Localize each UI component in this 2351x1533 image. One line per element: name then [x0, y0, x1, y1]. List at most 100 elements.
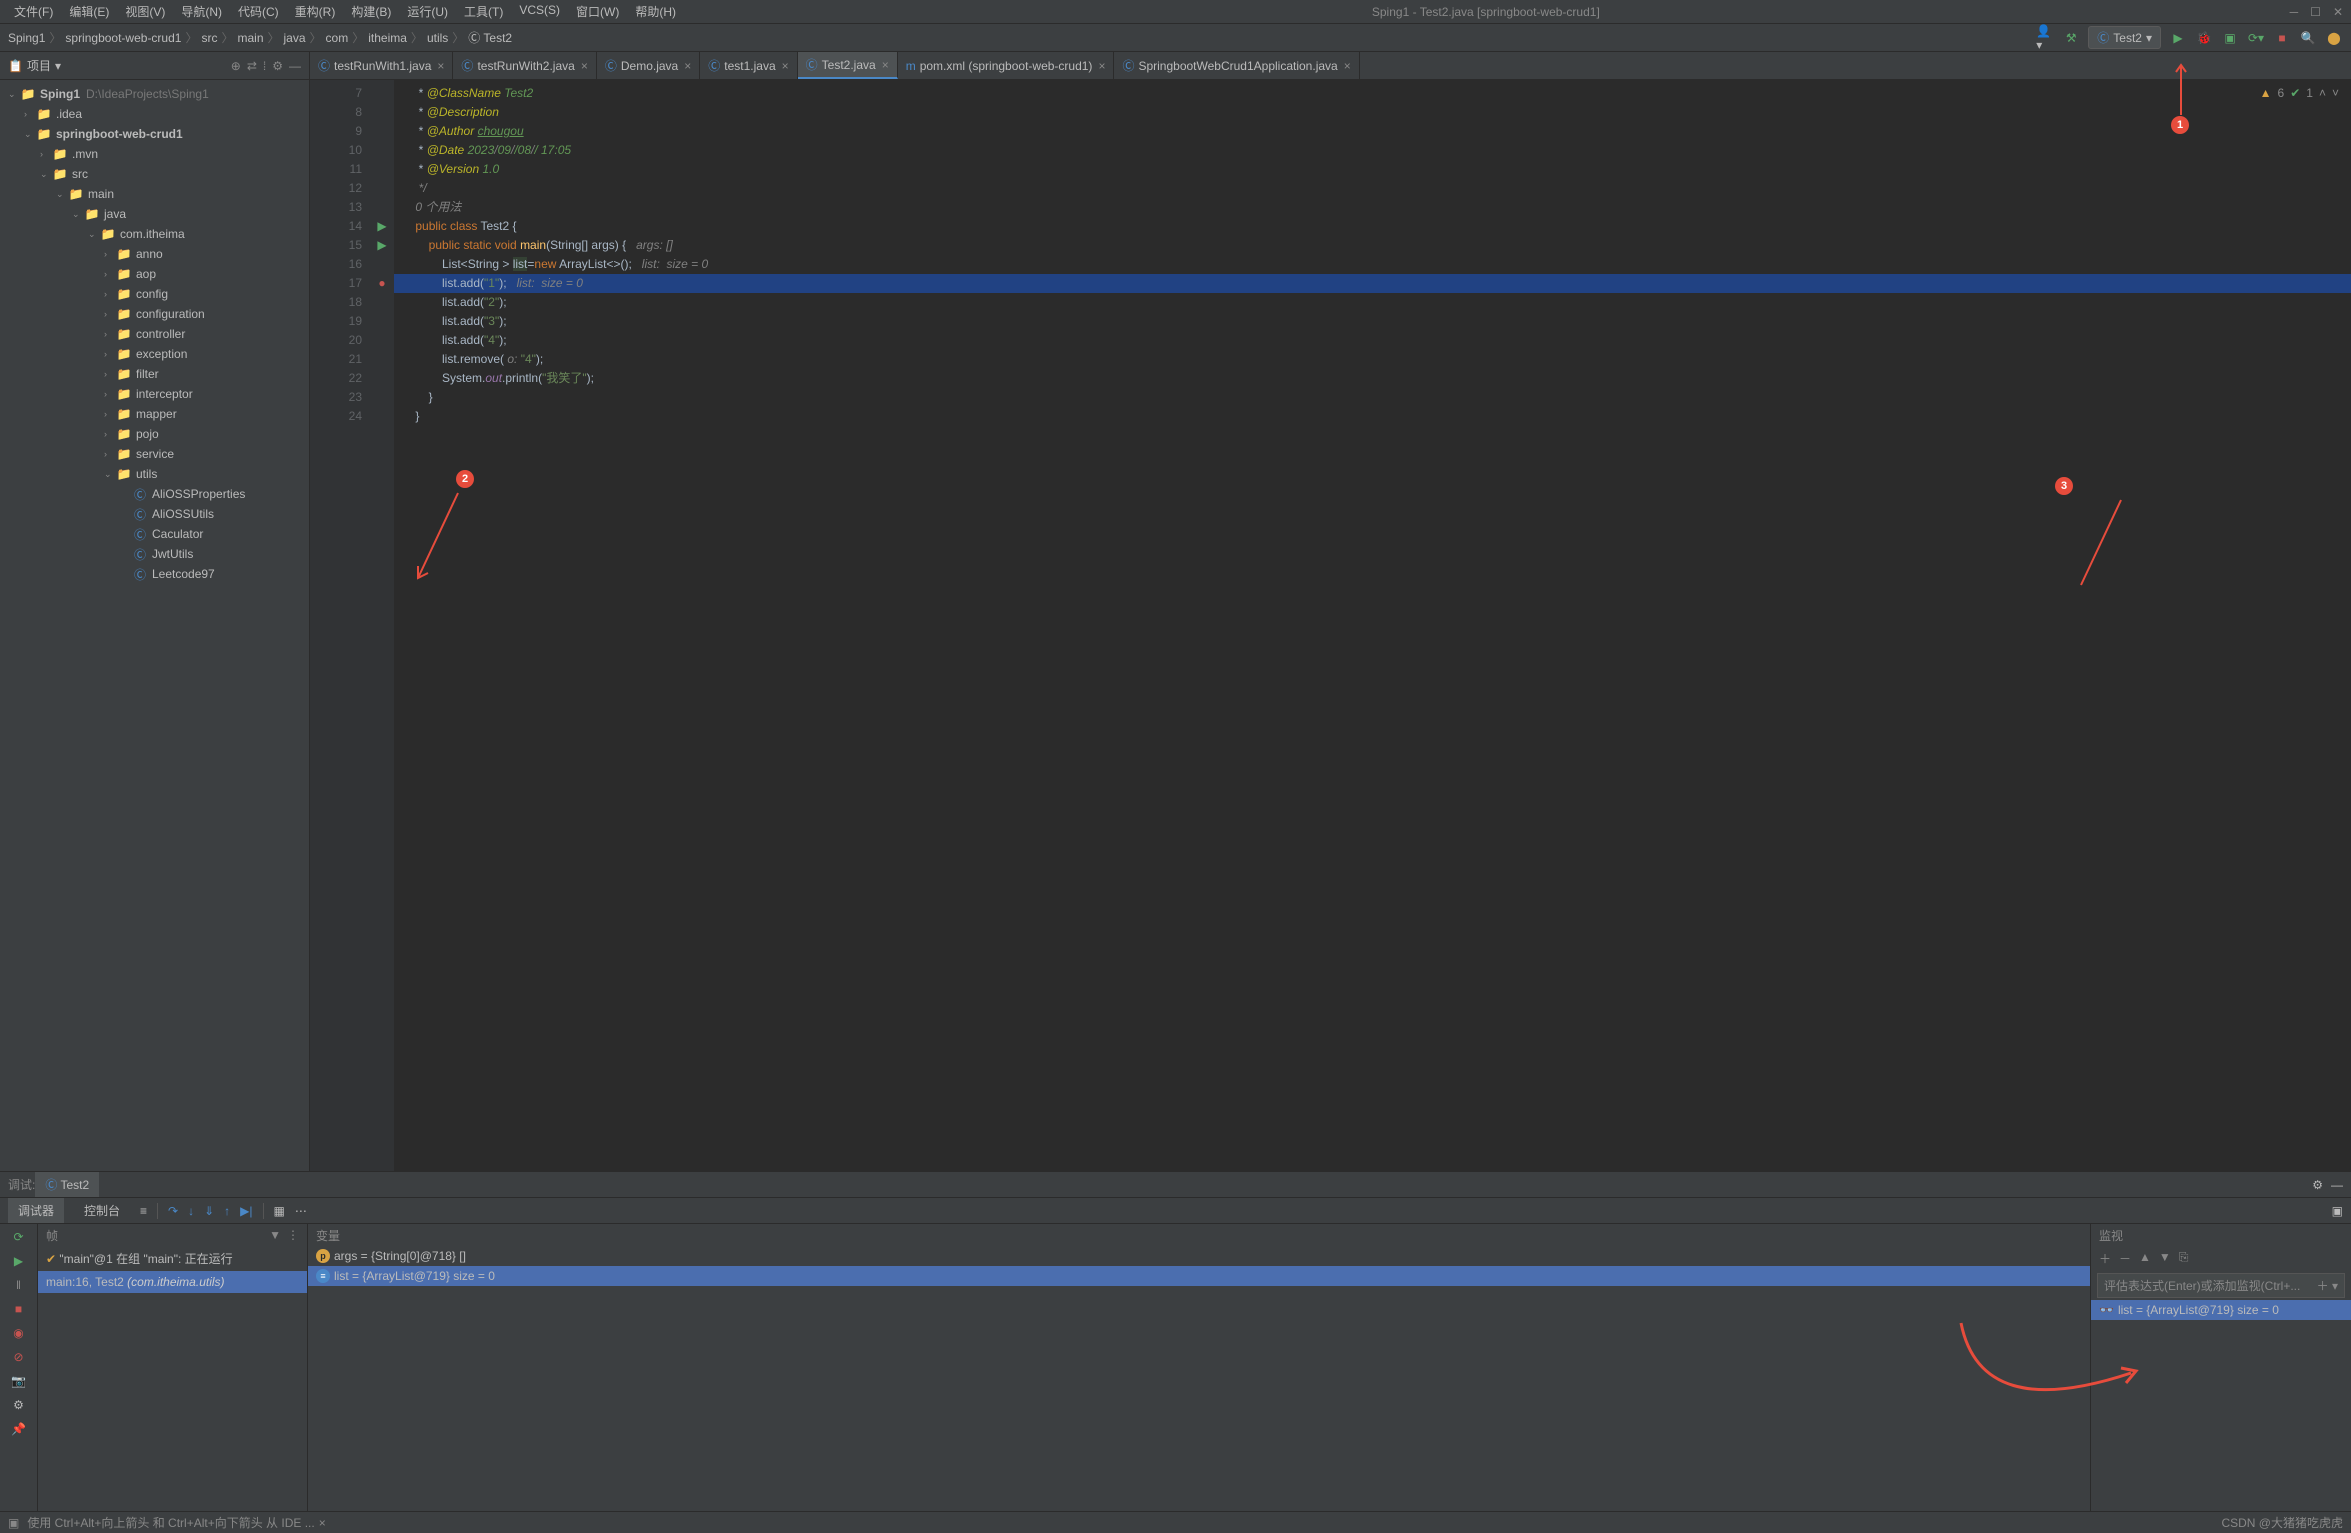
tree-node[interactable]: ⌄📁java [0, 204, 309, 224]
coverage-icon[interactable]: ▣ [2221, 29, 2239, 47]
debug-tab-test2[interactable]: Ⓒ Test2 [35, 1172, 99, 1197]
menu-item[interactable]: 导航(N) [175, 1, 228, 22]
tree-node[interactable]: ⌄📁springboot-web-crud1 [0, 124, 309, 144]
tree-node[interactable]: ›📁mapper [0, 404, 309, 424]
editor-tab[interactable]: ⒸtestRunWith2.java× [453, 52, 596, 79]
up-icon[interactable]: ▲ [2139, 1250, 2151, 1267]
close-tab-icon[interactable]: × [684, 59, 691, 73]
close-hint-icon[interactable]: × [319, 1516, 326, 1530]
resume-icon[interactable]: ▶ [14, 1254, 23, 1268]
breadcrumb-item[interactable]: main [237, 31, 263, 45]
tree-root[interactable]: ⌄ 📁 Sping1 D:\IdeaProjects\Sping1 [0, 84, 309, 104]
breadcrumb-item[interactable]: Ⓒ Test2 [468, 29, 512, 46]
menu-item[interactable]: 代码(C) [232, 1, 285, 22]
filter-icon[interactable]: ▼ [269, 1228, 281, 1242]
close-tab-icon[interactable]: × [782, 59, 789, 73]
editor-tab[interactable]: ⒸtestRunWith1.java× [310, 52, 453, 79]
variable-row[interactable]: p args = {String[0]@718} [] [308, 1246, 2090, 1266]
frame-thread[interactable]: ✔ "main"@1 在组 "main": 正在运行 [38, 1246, 307, 1271]
tree-node[interactable]: ⌄📁src [0, 164, 309, 184]
search-icon[interactable]: 🔍 [2299, 29, 2317, 47]
close-tab-icon[interactable]: × [437, 59, 444, 73]
gear-icon[interactable]: ⚙ [2312, 1178, 2323, 1192]
run-config-selector[interactable]: Ⓒ Test2 ▾ [2088, 26, 2161, 49]
user-icon[interactable]: 👤▾ [2036, 29, 2054, 47]
tree-node[interactable]: ⌄📁utils [0, 464, 309, 484]
stop-debug-icon[interactable]: ■ [15, 1302, 22, 1316]
project-tree[interactable]: ⌄ 📁 Sping1 D:\IdeaProjects\Sping1 ›📁.ide… [0, 80, 309, 1171]
rerun-icon[interactable]: ⟳ [13, 1230, 23, 1244]
menu-item[interactable]: VCS(S) [513, 1, 566, 22]
tree-node[interactable]: ⒸLeetcode97 [0, 564, 309, 584]
chevron-down-icon[interactable]: ▾ [55, 59, 61, 73]
breadcrumb-item[interactable]: utils [427, 31, 448, 45]
console-subtab[interactable]: 控制台 [74, 1198, 130, 1223]
maximize-icon[interactable]: ☐ [2310, 5, 2321, 19]
debug-icon[interactable]: 🐞 [2195, 29, 2213, 47]
remove-watch-icon[interactable]: － [2119, 1250, 2131, 1267]
chevron-up-icon[interactable]: ˄ [2319, 86, 2326, 100]
gear-icon[interactable]: ⚙ [272, 59, 283, 73]
hide-icon[interactable]: — [2331, 1178, 2343, 1192]
breadcrumb-item[interactable]: src [201, 31, 217, 45]
menu-item[interactable]: 运行(U) [401, 1, 454, 22]
breadcrumb-item[interactable]: com [326, 31, 349, 45]
tree-node[interactable]: ›📁configuration [0, 304, 309, 324]
more-icon[interactable]: ⋯ [295, 1204, 307, 1218]
close-tab-icon[interactable]: × [882, 58, 889, 72]
stop-icon[interactable]: ■ [2273, 29, 2291, 47]
menu-item[interactable]: 工具(T) [458, 1, 509, 22]
down-icon[interactable]: ▼ [2159, 1250, 2171, 1267]
evaluate-icon[interactable]: ▦ [274, 1204, 285, 1218]
watch-expression-input[interactable]: 评估表达式(Enter)或添加监视(Ctrl+... ＋ ▾ [2097, 1273, 2345, 1298]
menu-item[interactable]: 帮助(H) [629, 1, 682, 22]
close-icon[interactable]: ✕ [2333, 5, 2343, 19]
tree-node[interactable]: ›📁interceptor [0, 384, 309, 404]
layout-icon[interactable]: ▣ [2332, 1204, 2343, 1218]
breadcrumb-item[interactable]: Sping1 [8, 31, 45, 45]
tree-node[interactable]: ›📁pojo [0, 424, 309, 444]
force-step-into-icon[interactable]: ⇓ [204, 1204, 214, 1218]
editor-tab[interactable]: ⒸDemo.java× [597, 52, 700, 79]
menu-item[interactable]: 文件(F) [8, 1, 59, 22]
tree-node[interactable]: ⌄📁com.itheima [0, 224, 309, 244]
menu-item[interactable]: 编辑(E) [63, 1, 115, 22]
more-icon[interactable]: ⋮ [287, 1228, 299, 1242]
tree-node[interactable]: ⒸAliOSSProperties [0, 484, 309, 504]
pin-icon[interactable]: 📌 [11, 1422, 26, 1436]
tree-node[interactable]: ›📁config [0, 284, 309, 304]
close-tab-icon[interactable]: × [581, 59, 588, 73]
hide-icon[interactable]: — [289, 59, 301, 73]
tree-node[interactable]: ⒸJwtUtils [0, 544, 309, 564]
variable-row[interactable]: ≡ list = {ArrayList@719} size = 0 [308, 1266, 2090, 1286]
hammer-icon[interactable]: ⚒ [2062, 29, 2080, 47]
settings-icon[interactable]: ⬤ [2325, 29, 2343, 47]
tree-node[interactable]: ›📁controller [0, 324, 309, 344]
step-into-icon[interactable]: ↓ [188, 1204, 194, 1218]
editor-tab[interactable]: ⒸTest2.java× [798, 52, 898, 79]
run-to-cursor-icon[interactable]: ▶| [240, 1204, 252, 1218]
editor-body[interactable]: 789101112131415161718192021222324 ▶▶● * … [310, 80, 2351, 1171]
minimize-icon[interactable]: ─ [2290, 5, 2299, 19]
tree-node[interactable]: ›📁service [0, 444, 309, 464]
select-opened-icon[interactable]: ⊕ [231, 59, 241, 73]
chevron-down-icon[interactable]: ˅ [2332, 86, 2339, 100]
breadcrumb-item[interactable]: itheima [368, 31, 407, 45]
debugger-subtab[interactable]: 调试器 [8, 1198, 64, 1223]
editor-tab[interactable]: mpom.xml (springboot-web-crud1)× [898, 52, 1115, 79]
pause-icon[interactable]: ‖ [16, 1278, 21, 1292]
editor-tab[interactable]: Ⓒtest1.java× [700, 52, 797, 79]
menu-item[interactable]: 构建(B) [345, 1, 397, 22]
tool-window-icon[interactable]: ▣ [8, 1516, 19, 1530]
editor-tab[interactable]: ⒸSpringbootWebCrud1Application.java× [1114, 52, 1359, 79]
tree-node[interactable]: ›📁filter [0, 364, 309, 384]
collapse-icon[interactable]: ⁞ [263, 59, 266, 73]
tree-node[interactable]: ›📁exception [0, 344, 309, 364]
menu-item[interactable]: 视图(V) [119, 1, 171, 22]
close-tab-icon[interactable]: × [1098, 59, 1105, 73]
menu-item[interactable]: 重构(R) [289, 1, 342, 22]
camera-icon[interactable]: 📷 [11, 1374, 26, 1388]
copy-icon[interactable]: ⎘ [2179, 1250, 2189, 1267]
tree-node[interactable]: ⒸAliOSSUtils [0, 504, 309, 524]
run-icon[interactable]: ▶ [2169, 29, 2187, 47]
